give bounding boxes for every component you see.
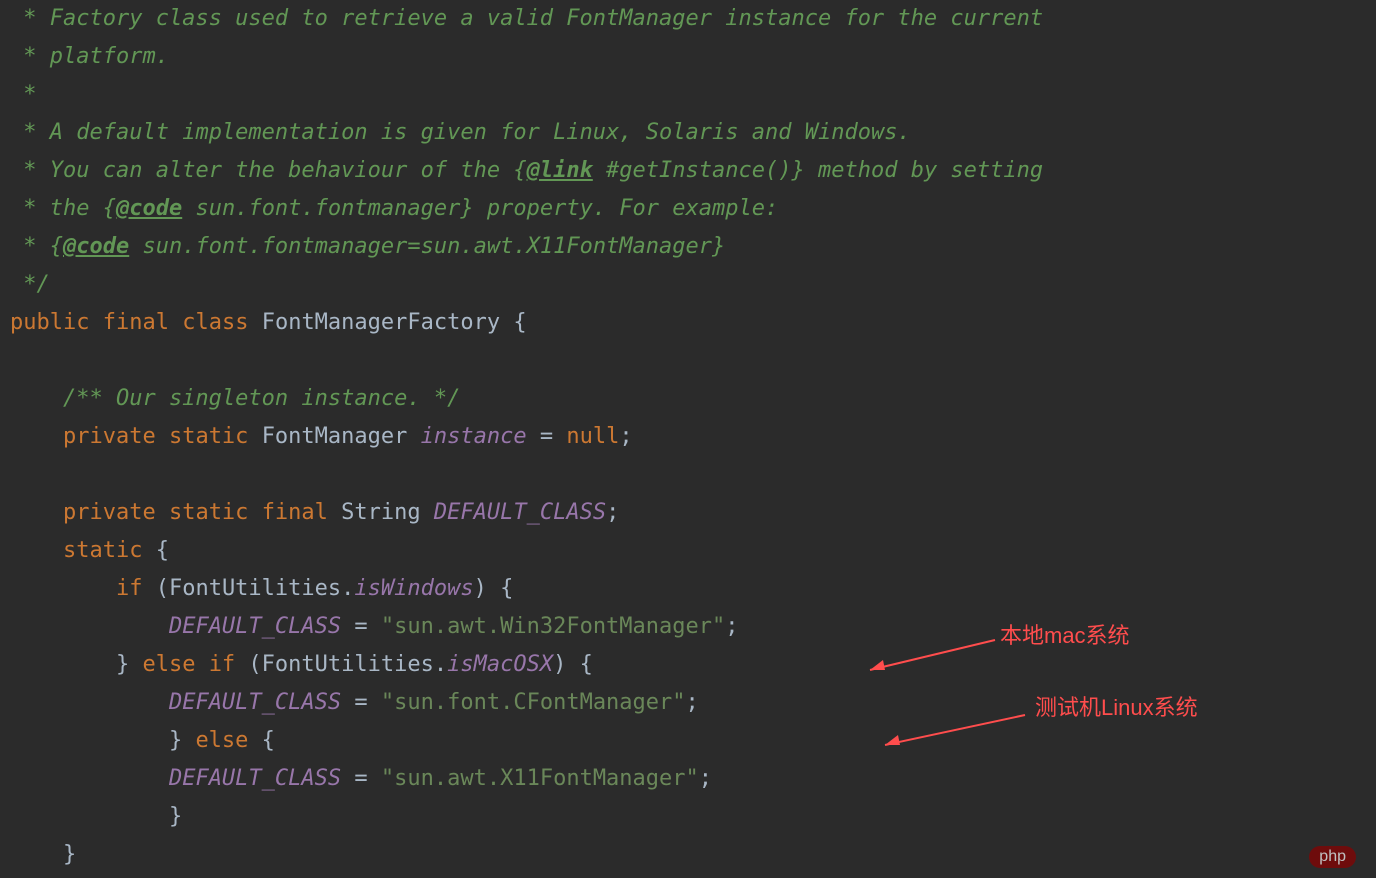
- code-line: * platform.: [10, 38, 1366, 76]
- code-line: } else {: [10, 722, 1366, 760]
- arrow-mac: [855, 635, 1000, 675]
- code-line: static {: [10, 532, 1366, 570]
- annotation-linux-label: 测试机Linux系统: [1035, 690, 1198, 722]
- code-line: /** Our singleton instance. */: [10, 380, 1366, 418]
- code-line: */: [10, 266, 1366, 304]
- code-line: DEFAULT_CLASS = "sun.awt.Win32FontManage…: [10, 608, 1366, 646]
- code-line: private static final String DEFAULT_CLAS…: [10, 494, 1366, 532]
- code-line: [10, 456, 1366, 494]
- code-line: public final class FontManagerFactory {: [10, 304, 1366, 342]
- code-line: * You can alter the behaviour of the {@l…: [10, 152, 1366, 190]
- code-line: * Factory class used to retrieve a valid…: [10, 0, 1366, 38]
- code-line: }: [10, 798, 1366, 836]
- code-line: * {@code sun.font.fontmanager=sun.awt.X1…: [10, 228, 1366, 266]
- code-editor[interactable]: * Factory class used to retrieve a valid…: [10, 0, 1366, 874]
- watermark-logo: php: [1309, 846, 1356, 868]
- code-line: * the {@code sun.font.fontmanager} prope…: [10, 190, 1366, 228]
- code-line: if (FontUtilities.isWindows) {: [10, 570, 1366, 608]
- arrow-linux: [870, 710, 1030, 750]
- code-line: *: [10, 76, 1366, 114]
- code-line: * A default implementation is given for …: [10, 114, 1366, 152]
- code-line: [10, 342, 1366, 380]
- code-line: } else if (FontUtilities.isMacOSX) {: [10, 646, 1366, 684]
- annotation-mac-label: 本地mac系统: [1000, 618, 1130, 650]
- code-line: }: [10, 836, 1366, 874]
- code-line: DEFAULT_CLASS = "sun.awt.X11FontManager"…: [10, 760, 1366, 798]
- code-line: private static FontManager instance = nu…: [10, 418, 1366, 456]
